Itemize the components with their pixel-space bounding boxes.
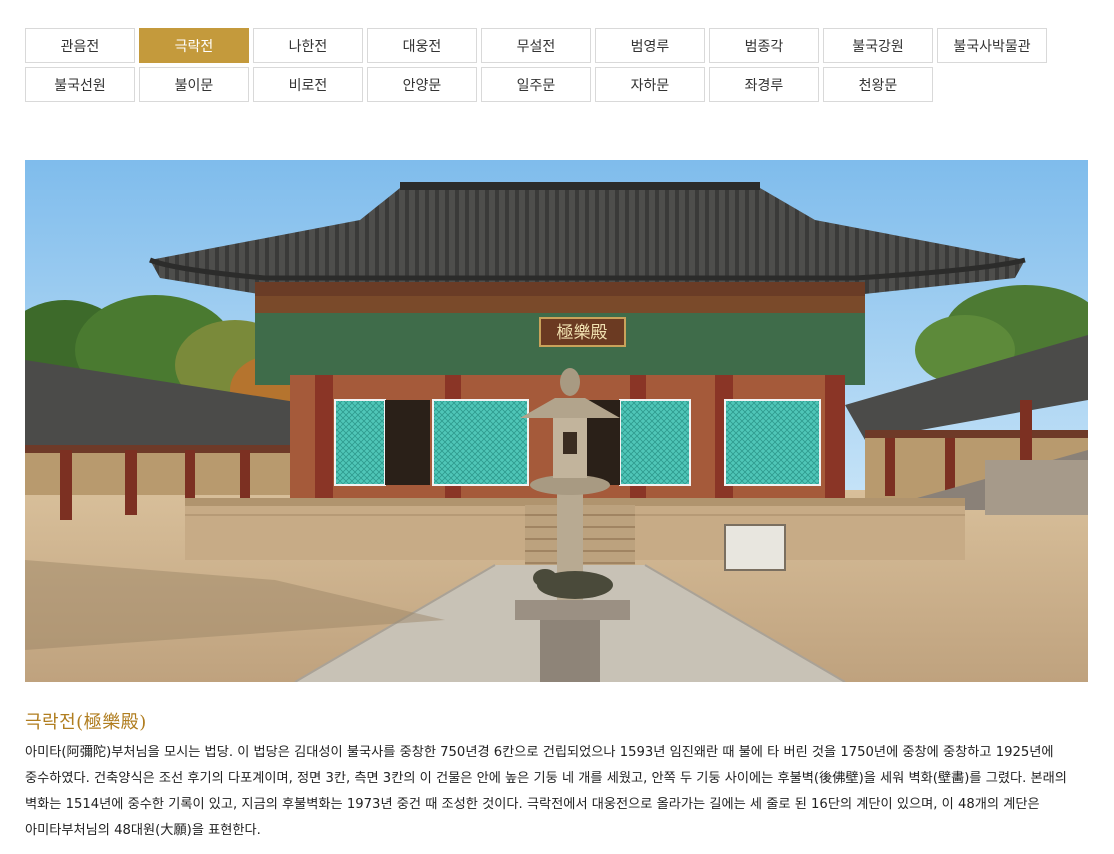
tab-iljumun[interactable]: 일주문	[481, 67, 591, 102]
tab-geungnakjeon[interactable]: 극락전	[139, 28, 249, 63]
tab-birojeon[interactable]: 비로전	[253, 67, 363, 102]
tab-jahamun[interactable]: 자하문	[595, 67, 705, 102]
hall-description: 아미타(阿彌陀)부처님을 모시는 법당. 이 법당은 김대성이 불국사를 중창한…	[25, 745, 1067, 838]
tab-jwagyeongnu[interactable]: 좌경루	[709, 67, 819, 102]
tab-bulguksa-museum[interactable]: 불국사박물관	[937, 28, 1047, 63]
tab-row-1: 관음전 극락전 나한전 대웅전 무설전 범영루 범종각 불국강원 불국사박물관	[25, 28, 1055, 63]
hall-title: 극락전(極樂殿)	[25, 712, 147, 733]
tab-gwaneumjeon[interactable]: 관음전	[25, 28, 135, 63]
tab-nahanjeon[interactable]: 나한전	[253, 28, 363, 63]
tab-bulguk-gangwon[interactable]: 불국강원	[823, 28, 933, 63]
building-tab-menu: 관음전 극락전 나한전 대웅전 무설전 범영루 범종각 불국강원 불국사박물관 …	[25, 28, 1055, 102]
tab-beomyeongnu[interactable]: 범영루	[595, 28, 705, 63]
hall-signboard-text: 極樂殿	[557, 323, 608, 343]
tab-anyangmun[interactable]: 안양문	[367, 67, 477, 102]
tab-daeungjeon[interactable]: 대웅전	[367, 28, 477, 63]
tab-museoljeon[interactable]: 무설전	[481, 28, 591, 63]
tab-burimun[interactable]: 불이문	[139, 67, 249, 102]
tab-bulguk-seonwon[interactable]: 불국선원	[25, 67, 135, 102]
hall-description-section: 극락전(極樂殿) 아미타(阿彌陀)부처님을 모시는 법당. 이 법당은 김대성이…	[25, 708, 1088, 844]
temple-hall-photo: 極樂殿	[25, 160, 1088, 682]
tab-cheonwangmun[interactable]: 천왕문	[823, 67, 933, 102]
tab-row-2: 불국선원 불이문 비로전 안양문 일주문 자하문 좌경루 천왕문	[25, 67, 1055, 102]
tab-beomjonggak[interactable]: 범종각	[709, 28, 819, 63]
